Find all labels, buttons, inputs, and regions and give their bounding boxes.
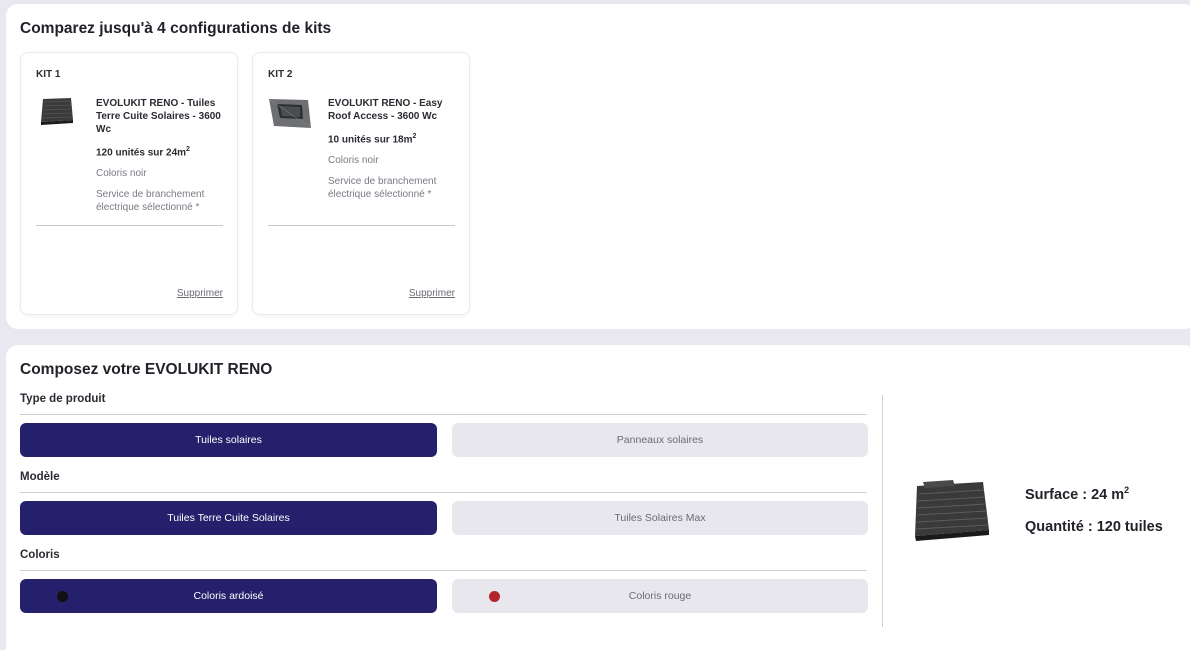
product-type-divider — [20, 414, 867, 415]
delete-kit-1-link[interactable]: Supprimer — [177, 288, 223, 299]
kit-service: Service de branchement électrique sélect… — [96, 189, 205, 214]
kit-units-text: 10 unités sur 18m — [328, 134, 413, 146]
option-label: Tuiles solaires — [195, 434, 262, 446]
color-swatch-slate — [57, 591, 68, 602]
option-terracotta-tiles-button[interactable]: Tuiles Terre Cuite Solaires — [20, 501, 437, 535]
vertical-separator — [882, 395, 883, 627]
kit-name: EVOLUKIT RENO - Easy Roof Access - 3600 … — [328, 98, 443, 122]
kit-units: 10 unités sur 18m2 — [328, 130, 458, 146]
kit-label: KIT 1 — [36, 69, 61, 80]
kit-info: EVOLUKIT RENO - Easy Roof Access - 3600 … — [328, 97, 458, 201]
kit-card-1: KIT 1 EVOLUKIT RENO - Tuiles Terre Cuite… — [20, 52, 238, 315]
option-label: Tuiles Solaires Max — [614, 512, 706, 524]
kit-units-text: 120 unités sur 24m — [96, 147, 187, 159]
kit-divider — [268, 225, 455, 226]
summary-quantity: Quantité : 120 tuiles — [1025, 519, 1163, 535]
color-divider — [20, 570, 867, 571]
kit-units: 120 unités sur 24m2 — [96, 143, 226, 159]
model-label: Modèle — [20, 471, 60, 483]
delete-kit-2-link[interactable]: Supprimer — [409, 288, 455, 299]
option-solar-tiles-button[interactable]: Tuiles solaires — [20, 423, 437, 457]
option-slate-color-button[interactable]: Coloris ardoisé — [20, 579, 437, 613]
compose-title: Composez votre EVOLUKIT RENO — [20, 361, 273, 378]
kit-card-2: KIT 2 EVOLUKIT RENO - Easy Roof Access -… — [252, 52, 470, 315]
kit-info: EVOLUKIT RENO - Tuiles Terre Cuite Solai… — [96, 97, 226, 214]
option-solar-panels-button[interactable]: Panneaux solaires — [452, 423, 868, 457]
solar-tile-icon — [915, 480, 989, 541]
color-label: Coloris — [20, 549, 60, 561]
option-red-color-button[interactable]: Coloris rouge — [452, 579, 868, 613]
summary-surface-text: Surface : 24 m — [1025, 486, 1125, 503]
option-label: Tuiles Terre Cuite Solaires — [167, 512, 290, 524]
kit-service: Service de branchement électrique sélect… — [328, 176, 437, 201]
compare-title: Comparez jusqu'à 4 configurations de kit… — [20, 20, 332, 37]
kit-color: Coloris noir — [328, 155, 379, 167]
kit-label: KIT 2 — [268, 69, 293, 80]
kit-color: Coloris noir — [96, 168, 147, 180]
model-divider — [20, 492, 867, 493]
kit-divider — [36, 225, 223, 226]
product-type-label: Type de produit — [20, 393, 106, 405]
solar-tile-icon — [41, 98, 73, 125]
summary-surface: Surface : 24 m2 — [1025, 485, 1129, 503]
option-tiles-max-button[interactable]: Tuiles Solaires Max — [452, 501, 868, 535]
kit-units-sup: 2 — [412, 133, 417, 140]
kit-name: EVOLUKIT RENO - Tuiles Terre Cuite Solai… — [96, 98, 221, 135]
compare-panel: Comparez jusqu'à 4 configurations de kit… — [6, 4, 1190, 329]
color-swatch-red — [489, 591, 500, 602]
option-label: Panneaux solaires — [616, 434, 704, 446]
option-label: Coloris rouge — [628, 590, 692, 602]
kit-units-sup: 2 — [186, 146, 190, 153]
roof-access-icon — [268, 98, 312, 129]
option-label: Coloris ardoisé — [193, 590, 264, 602]
compose-panel: Composez votre EVOLUKIT RENO Type de pro… — [6, 345, 1190, 650]
summary-surface-sup: 2 — [1124, 485, 1130, 495]
